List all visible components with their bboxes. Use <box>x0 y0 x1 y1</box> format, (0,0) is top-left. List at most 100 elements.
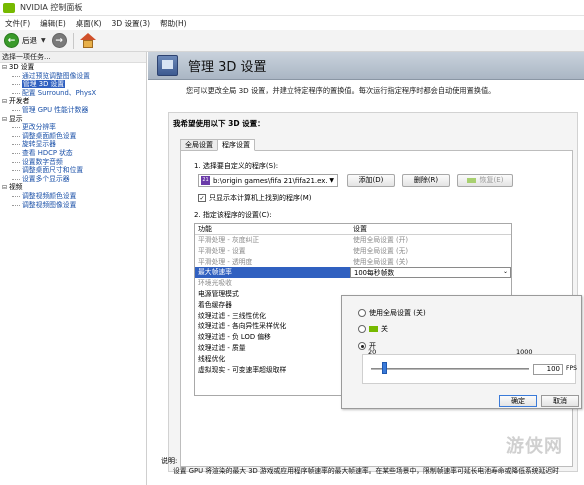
home-icon[interactable] <box>79 32 96 49</box>
description-title: 说明: <box>161 457 178 465</box>
radio-off-label: 关 <box>381 325 388 333</box>
settings-group: 我希望使用以下 3D 设置： 全局设置 程序设置 1. 选择要自定义的程序(S)… <box>168 112 578 472</box>
content-panel: 管理 3D 设置 您可以更改全局 3D 设置，并建立特定程序的置换值。每次运行指… <box>148 52 584 485</box>
tree-item-label: 查看 HDCP 状态 <box>22 148 73 157</box>
fps-input[interactable]: 100 <box>533 364 563 375</box>
tree-item[interactable]: 管理 GPU 性能计数器 <box>0 106 146 115</box>
step1-label: 1. 选择要自定义的程序(S): <box>194 162 279 170</box>
radio-selected-icon <box>358 342 366 350</box>
feature-cell: 虚拟现实 - 可变速率超级取样 <box>198 365 287 374</box>
tree-item[interactable]: 调整视频颜色设置 <box>0 192 146 201</box>
radio-unselected-icon <box>358 325 366 333</box>
tree-category[interactable]: ⊟ 显示 <box>0 115 146 124</box>
column-header-feature: 功能 <box>198 225 212 233</box>
tree-item[interactable]: 调整视频图像设置 <box>0 201 146 210</box>
tree-item-label: 调整桌面尺寸和位置 <box>22 166 84 175</box>
toolbar: ← 后退 ▼ → <box>0 30 584 52</box>
page-title: 管理 3D 设置 <box>188 60 267 75</box>
grid-row[interactable]: 环境光吸收 <box>195 278 511 289</box>
tree-item[interactable]: 调整桌面尺寸和位置 <box>0 166 146 175</box>
restore-label: 恢复(E) <box>479 176 504 184</box>
back-history-dropdown-icon[interactable]: ▼ <box>41 37 46 44</box>
page-header-banner: 管理 3D 设置 <box>148 52 584 80</box>
feature-cell: 纹理过滤 - 三线性优化 <box>198 311 266 320</box>
tree-category[interactable]: ⊟ 视频 <box>0 183 146 192</box>
tree-item-label: 开发者 <box>9 97 30 106</box>
tree-item-label: 设置多个显示器 <box>22 174 70 183</box>
forward-button[interactable]: → <box>51 33 67 48</box>
program-select[interactable]: 21 b:\origin games\fifa 21\fifa21.ex... … <box>198 174 338 187</box>
feature-cell: 环境光吸收 <box>198 279 232 288</box>
tree-item-label: 旋转显示器 <box>22 140 56 149</box>
tree-item[interactable]: 更改分辨率 <box>0 123 146 132</box>
fps-unit-label: FPS <box>566 365 577 372</box>
menu-bar: 文件(F) 编辑(E) 桌面(K) 3D 设置(3) 帮助(H) <box>0 16 584 30</box>
menu-help[interactable]: 帮助(H) <box>155 18 192 29</box>
tree-item-selected[interactable]: 管理 3D 设置 <box>0 80 146 89</box>
show-found-programs-checkbox[interactable]: ✓ 只显示本计算机上找到的程序(M) <box>198 193 312 203</box>
menu-3d-settings[interactable]: 3D 设置(3) <box>107 18 156 29</box>
task-tree-panel: 选择一项任务... ⊟ 3D 设置 通过预览调整图像设置 管理 3D 设置 配置 Sur… <box>0 52 147 485</box>
watermark-logo: 游侠网 <box>506 436 563 457</box>
step2-label: 2. 指定该程序的设置(C): <box>194 211 272 219</box>
setting-cell: 使用全局设置 (关) <box>353 257 409 266</box>
task-tree-header: 选择一项任务... <box>0 52 146 63</box>
add-program-button[interactable]: 添加(D) <box>347 174 395 187</box>
menu-desktop[interactable]: 桌面(K) <box>71 18 107 29</box>
feature-cell: 纹理过滤 - 质量 <box>198 343 246 352</box>
tree-category[interactable]: ⊟ 开发者 <box>0 97 146 106</box>
remove-program-button[interactable]: 删除(R) <box>402 174 450 187</box>
back-arrow-icon: ← <box>4 33 19 48</box>
tree-item-label: 调整桌面颜色设置 <box>22 131 77 140</box>
radio-use-global[interactable]: 使用全局设置 (关) <box>358 308 426 318</box>
tree-item-label: 显示 <box>9 114 23 123</box>
tree-item[interactable]: 设置数字音频 <box>0 158 146 167</box>
radio-off[interactable]: 关 <box>358 324 388 334</box>
grid-row-selected[interactable]: 最大帧速率 100每秒帧数 ⌄ <box>195 267 511 279</box>
restore-program-button[interactable]: 恢复(E) <box>457 174 513 187</box>
tree-item-label: 管理 3D 设置 <box>22 80 66 89</box>
nvidia-badge-icon <box>369 326 378 332</box>
feature-cell: 电源管理模式 <box>198 289 239 298</box>
tab-program-settings[interactable]: 程序设置 <box>217 139 255 151</box>
description-text: 设置 GPU 将渲染的最大 3D 游戏或应用程序帧速率的最大帧速率。在某些场景中… <box>173 467 559 475</box>
settings-grid-header: 功能 设置 <box>195 224 511 235</box>
feature-cell: 着色缓存器 <box>198 300 232 309</box>
nvidia-logo-icon <box>3 2 15 13</box>
menu-edit[interactable]: 编辑(E) <box>35 18 71 29</box>
tree-category[interactable]: ⊟ 3D 设置 <box>0 63 146 72</box>
tree-item-label: 调整视频颜色设置 <box>22 191 77 200</box>
setting-cell: 使用全局设置 (无) <box>353 246 409 255</box>
cancel-button[interactable]: 取消 <box>541 395 579 407</box>
settings-group-title: 我希望使用以下 3D 设置： <box>173 119 265 128</box>
ok-button[interactable]: 确定 <box>499 395 537 407</box>
grid-row[interactable]: 平滑处理 - 透明度 使用全局设置 (关) <box>195 257 511 268</box>
frame-rate-slider-track[interactable] <box>371 368 529 370</box>
feature-cell: 线程优化 <box>198 354 226 363</box>
setting-cell <box>350 278 511 289</box>
chevron-down-icon[interactable]: ⌄ <box>503 267 508 278</box>
tree-item[interactable]: 旋转显示器 <box>0 140 146 149</box>
setting-cell[interactable]: 100每秒帧数 <box>350 267 511 279</box>
tree-item-label: 3D 设置 <box>9 63 35 71</box>
radio-use-global-label: 使用全局设置 (关) <box>369 309 426 317</box>
tree-item-label: 通过预览调整图像设置 <box>22 71 90 80</box>
window-title: NVIDIA 控制面板 <box>20 3 83 12</box>
back-button[interactable]: ← 后退 <box>4 33 37 48</box>
task-tree: ⊟ 3D 设置 通过预览调整图像设置 管理 3D 设置 配置 Surround、Phys… <box>0 63 146 209</box>
grid-row[interactable]: 平滑处理 - 设置 使用全局设置 (无) <box>195 246 511 257</box>
tree-item-label: 配置 Surround、PhysX <box>22 88 97 97</box>
menu-file[interactable]: 文件(F) <box>0 18 35 29</box>
max-frame-rate-popup: 使用全局设置 (关) 关 开 20 1000 100 FPS 确定 取消 <box>341 295 582 409</box>
tree-item[interactable]: 查看 HDCP 状态 <box>0 149 146 158</box>
title-bar: NVIDIA 控制面板 <box>0 0 584 16</box>
tree-item[interactable]: 通过预览调整图像设置 <box>0 72 146 81</box>
feature-cell: 平滑处理 - 灰度纠正 <box>198 236 260 244</box>
feature-cell: 最大帧速率 <box>195 267 350 279</box>
grid-row[interactable]: 平滑处理 - 灰度纠正 使用全局设置 (开) <box>195 235 511 246</box>
fifa-program-icon: 21 <box>201 176 210 185</box>
feature-cell: 平滑处理 - 透明度 <box>198 257 253 266</box>
setting-cell: 使用全局设置 (开) <box>353 236 409 244</box>
frame-rate-slider-thumb[interactable] <box>381 362 387 374</box>
tree-item-label: 调整视频图像设置 <box>22 200 77 209</box>
